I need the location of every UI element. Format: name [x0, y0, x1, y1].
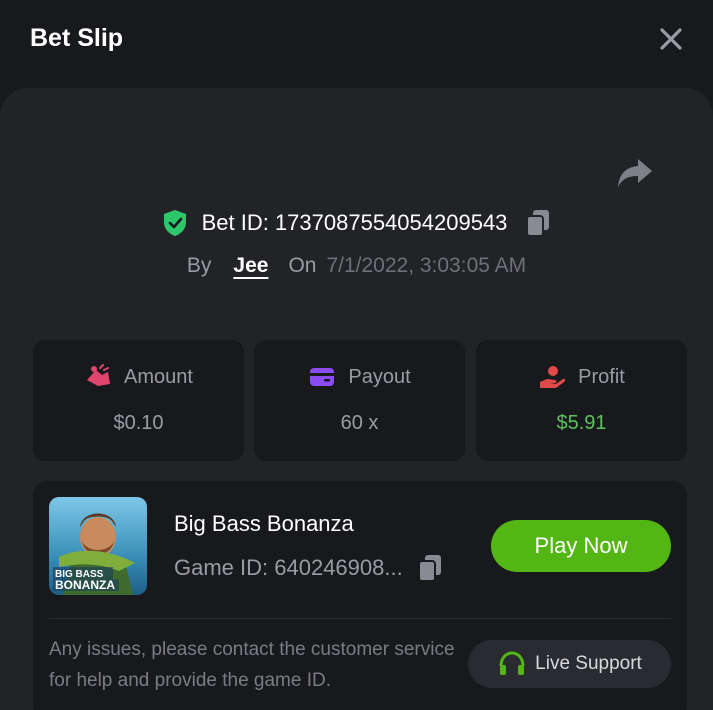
stat-payout-label: Payout [348, 365, 411, 388]
divider [49, 618, 671, 619]
stat-payout: Payout 60 x [254, 340, 465, 461]
copy-game-id-icon[interactable] [417, 553, 443, 583]
live-support-button[interactable]: Live Support [468, 640, 671, 688]
stat-profit: Profit $5.91 [476, 340, 687, 461]
stat-amount-label: Amount [124, 365, 193, 388]
game-id-row: Game ID: 640246908... [174, 553, 443, 583]
game-thumbnail-art: BIG BASS BONANZA [49, 497, 147, 595]
stat-profit-label: Profit [578, 365, 625, 388]
bet-date: 7/1/2022, 3:03:05 AM [326, 254, 527, 277]
on-label: On [288, 254, 317, 277]
bet-meta-row: By Jee On 7/1/2022, 3:03:05 AM [0, 250, 713, 282]
close-button[interactable] [654, 22, 688, 56]
headset-icon [499, 651, 525, 675]
stat-amount-value: $0.10 [113, 412, 164, 434]
game-card: BIG BASS BONANZA Big Bass Bonanza Game I… [33, 481, 687, 710]
share-button[interactable] [614, 155, 656, 191]
thumb-text-2: BONANZA [55, 578, 115, 592]
header: Bet Slip [0, 0, 713, 86]
by-label: By [186, 254, 212, 277]
bet-id-text: Bet ID: 1737087554054209543 [201, 210, 508, 235]
game-name: Big Bass Bonanza [174, 511, 354, 536]
hand-coin-icon [540, 366, 566, 388]
stat-amount: Amount $0.10 [33, 340, 244, 461]
stat-profit-value: $5.91 [556, 412, 607, 434]
bet-id-row: Bet ID: 1737087554054209543 [0, 204, 713, 242]
amount-icon [87, 364, 111, 386]
close-icon [660, 28, 682, 50]
stat-payout-value: 60 x [340, 412, 379, 434]
game-id-text: Game ID: 640246908... [174, 555, 403, 580]
game-thumbnail[interactable]: BIG BASS BONANZA [49, 497, 147, 595]
user-link[interactable]: Jee [233, 254, 268, 278]
live-support-label: Live Support [535, 653, 642, 674]
share-icon [618, 159, 652, 187]
support-message: Any issues, please contact the customer … [49, 639, 455, 691]
copy-icon[interactable] [525, 208, 551, 238]
shield-check-icon [163, 210, 186, 236]
card-icon [310, 368, 335, 386]
page-title: Bet Slip [30, 24, 124, 52]
play-now-button[interactable]: Play Now [491, 520, 671, 572]
